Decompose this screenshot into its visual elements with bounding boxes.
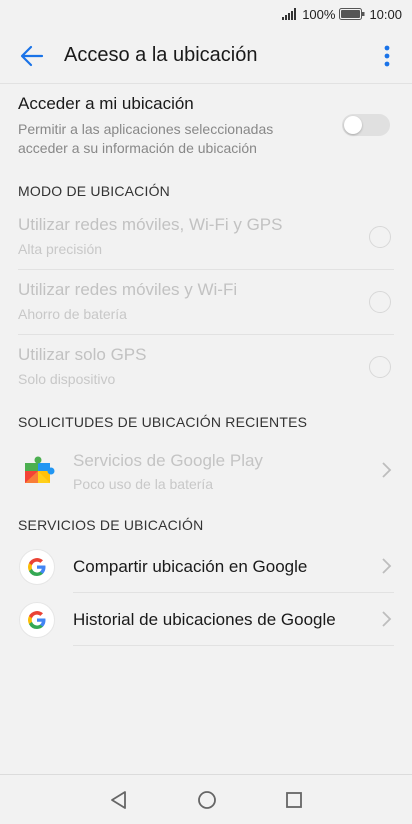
battery-percentage: 100% (302, 6, 336, 22)
chevron-right-icon (382, 558, 392, 574)
more-vert-icon (384, 45, 390, 66)
google-play-services-icon (19, 451, 57, 489)
mode-option-battery-saving[interactable]: Utilizar redes móviles y Wi-Fi Ahorro de… (0, 270, 412, 335)
toggle-knob (344, 116, 362, 134)
service-title: Historial de ubicaciones de Google (73, 610, 336, 629)
service-google-location-sharing[interactable]: Compartir ubicación en Google (0, 540, 412, 593)
more-options-button[interactable] (362, 28, 412, 84)
mode-option-device-only[interactable]: Utilizar solo GPS Solo dispositivo (0, 335, 412, 400)
status-bar: 100% 10:00 (0, 0, 412, 28)
access-location-title: Acceder a mi ubicación (18, 94, 194, 113)
mode-option-title: Utilizar solo GPS (18, 345, 147, 364)
mode-option-subtitle: Alta precisión (18, 241, 103, 257)
arrow-left-icon (20, 45, 44, 66)
circle-home-icon (198, 790, 216, 809)
system-nav-bar (0, 774, 412, 824)
recent-app-google-play-services[interactable]: Servicios de Google Play Poco uso de la … (0, 437, 412, 503)
mode-radio[interactable] (369, 291, 391, 313)
mode-option-high-accuracy[interactable]: Utilizar redes móviles, Wi-Fi y GPS Alta… (0, 205, 412, 270)
recent-app-title: Servicios de Google Play (73, 451, 263, 470)
mode-option-title: Utilizar redes móviles, Wi-Fi y GPS (18, 215, 283, 234)
access-location-toggle[interactable] (342, 114, 390, 136)
chevron-right-icon (382, 611, 392, 627)
triangle-back-icon (111, 790, 126, 809)
mode-radio[interactable] (369, 226, 391, 248)
back-button[interactable] (0, 28, 64, 84)
chevron-right-icon (382, 462, 392, 478)
page-title: Acceso a la ubicación (64, 44, 258, 66)
divider (73, 645, 394, 646)
square-recents-icon (286, 791, 302, 808)
google-icon (19, 602, 55, 638)
section-header-recent-requests: SOLICITUDES DE UBICACIÓN RECIENTES (18, 414, 308, 430)
mode-option-subtitle: Solo dispositivo (18, 371, 116, 387)
service-google-location-history[interactable]: Historial de ubicaciones de Google (0, 593, 412, 646)
recent-app-subtitle: Poco uso de la batería (73, 476, 214, 492)
app-bar: Acceso a la ubicación (0, 28, 412, 84)
google-icon (19, 549, 55, 585)
mode-option-title: Utilizar redes móviles y Wi-Fi (18, 280, 238, 299)
access-location-subtitle: Permitir a las aplicaciones seleccionada… (18, 121, 274, 156)
nav-back-button[interactable] (109, 790, 129, 810)
mode-radio[interactable] (369, 356, 391, 378)
service-title: Compartir ubicación en Google (73, 557, 308, 576)
signal-icon (282, 8, 298, 20)
clock: 10:00 (369, 6, 402, 22)
nav-recents-button[interactable] (285, 791, 303, 809)
section-header-location-services: SERVICIOS DE UBICACIÓN (18, 517, 204, 533)
mode-option-subtitle: Ahorro de batería (18, 306, 127, 322)
battery-icon (339, 8, 365, 20)
access-location-row[interactable]: Acceder a mi ubicación Permitir a las ap… (0, 86, 412, 168)
nav-home-button[interactable] (197, 790, 217, 810)
